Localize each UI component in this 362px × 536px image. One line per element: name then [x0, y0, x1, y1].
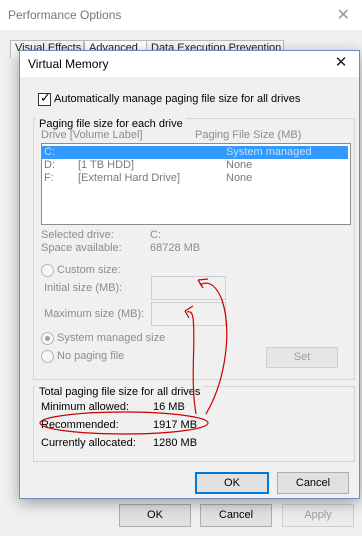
cancel-button[interactable]: Cancel	[277, 472, 349, 494]
parent-cancel-button[interactable]: Cancel	[200, 504, 272, 527]
total-group-title: Total paging file size for all drives	[36, 386, 204, 398]
column-header-size: Paging File Size (MB)	[195, 129, 302, 141]
selected-drive-label: Selected drive:	[41, 229, 114, 241]
parent-close-icon[interactable]: ✕	[337, 5, 350, 25]
column-header-drive: Drive [Volume Label]	[41, 129, 143, 141]
selected-drive-value: C:	[150, 229, 161, 241]
initial-size-input[interactable]	[151, 276, 226, 300]
drive-volume-label: [External Hard Drive]	[78, 172, 181, 184]
drive-paging-size: None	[226, 159, 253, 171]
parent-apply-button[interactable]: Apply	[282, 504, 354, 527]
recommended-label: Recommended:	[41, 419, 119, 431]
checkmark-icon: ✓	[40, 90, 51, 105]
space-available-label: Space available:	[41, 242, 122, 254]
auto-manage-checkbox[interactable]: ✓	[38, 90, 51, 106]
drive-row-f[interactable]: F: [External Hard Drive] None	[42, 172, 348, 185]
parent-window-title: Performance Options	[8, 8, 122, 22]
drive-letter: C:	[44, 146, 55, 158]
no-paging-label: No paging file	[57, 350, 125, 362]
no-paging-radio[interactable]	[41, 350, 54, 363]
maximum-size-label: Maximum size (MB):	[44, 308, 145, 320]
drive-paging-size: System managed	[226, 146, 312, 158]
minimum-allowed-label: Minimum allowed:	[41, 401, 130, 413]
initial-size-label: Initial size (MB):	[44, 282, 123, 294]
close-icon[interactable]: ✕	[329, 53, 353, 73]
set-button[interactable]: Set	[266, 347, 338, 368]
drive-paging-size: None	[226, 172, 253, 184]
virtual-memory-dialog: Virtual Memory ✕ ✓ Automatically manage …	[19, 50, 360, 499]
drive-letter: D:	[44, 159, 55, 171]
drive-row-d[interactable]: D: [1 TB HDD] None	[42, 159, 348, 172]
custom-size-radio[interactable]	[41, 264, 54, 277]
maximum-size-input[interactable]	[151, 302, 226, 326]
space-available-value: 68728 MB	[150, 242, 201, 254]
recommended-value: 1917 MB	[153, 419, 198, 431]
system-managed-radio[interactable]	[41, 332, 54, 345]
parent-titlebar: Performance Options ✕	[0, 0, 362, 30]
drive-listbox[interactable]: C: System managed D: [1 TB HDD] None F: …	[41, 143, 351, 225]
custom-size-label: Custom size:	[57, 264, 121, 276]
dialog-title: Virtual Memory	[28, 57, 109, 71]
auto-manage-label: Automatically manage paging file size fo…	[54, 93, 301, 105]
parent-ok-button[interactable]: OK	[119, 504, 191, 527]
currently-allocated-value: 1280 MB	[153, 437, 198, 449]
system-managed-label: System managed size	[57, 332, 166, 344]
drive-row-c[interactable]: C: System managed	[42, 146, 348, 159]
minimum-allowed-value: 16 MB	[153, 401, 185, 413]
drive-volume-label: [1 TB HDD]	[78, 159, 135, 171]
drive-letter: F:	[44, 172, 54, 184]
dialog-titlebar: Virtual Memory ✕	[20, 51, 359, 77]
ok-button[interactable]: OK	[195, 472, 269, 494]
currently-allocated-label: Currently allocated:	[41, 437, 136, 449]
